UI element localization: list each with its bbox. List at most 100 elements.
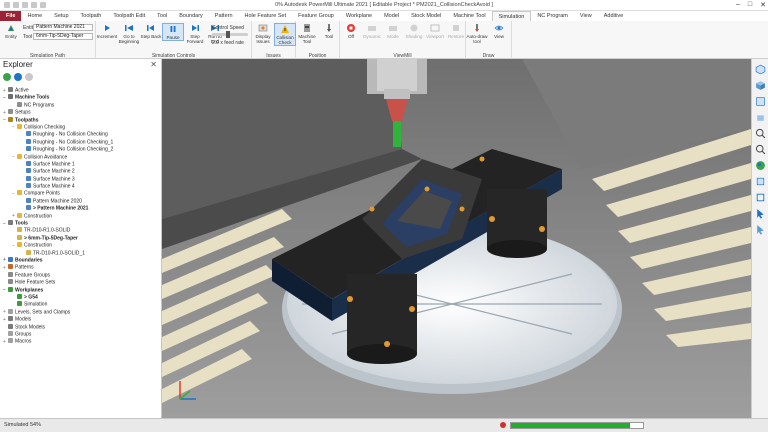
display-issues-button[interactable]: Display Issues xyxy=(252,23,274,44)
tree-item[interactable]: Groups xyxy=(0,330,161,338)
maximize-button[interactable]: □ xyxy=(748,1,752,9)
tree-item[interactable]: Surface Machine 1 xyxy=(0,160,161,168)
machine-tool-position-button[interactable]: Machine Tool xyxy=(296,23,318,44)
tree-item[interactable]: NC Programs xyxy=(0,101,161,109)
tab-view[interactable]: View xyxy=(574,11,598,21)
tree-item[interactable]: Hole Feature Sets xyxy=(0,279,161,286)
tree-item[interactable]: Roughing - No Collision Checking_2 xyxy=(0,146,161,153)
tree-item[interactable]: + Levels, Sets and Clamps xyxy=(0,308,161,316)
minimize-button[interactable]: – xyxy=(736,1,740,9)
tree-item[interactable]: + Patterns xyxy=(0,264,161,271)
tab-setup[interactable]: Setup xyxy=(48,11,74,21)
tab-file[interactable]: File xyxy=(0,11,22,21)
tree-item[interactable]: − Machine Tools xyxy=(0,94,161,101)
go-to-beginning-button[interactable]: Go to Beginning xyxy=(118,23,140,44)
tab-additive[interactable]: Additive xyxy=(598,11,630,21)
tree-item-icon xyxy=(17,101,22,107)
step-back-button[interactable]: Step Back xyxy=(140,23,162,39)
tree-item[interactable]: > 6mm-Tip-5Deg-Taper xyxy=(0,234,161,242)
tree-item[interactable]: + Macros xyxy=(0,338,161,345)
tab-feature-group[interactable]: Feature Group xyxy=(292,11,340,21)
tab-machine-tool[interactable]: Machine Tool xyxy=(447,11,491,21)
tab-home[interactable]: Home xyxy=(21,11,48,21)
stop-icon[interactable] xyxy=(500,422,506,428)
tree-item[interactable]: TR-D10-R1.0-SOLID_1 xyxy=(0,249,161,257)
draw-view-button[interactable]: View xyxy=(488,23,510,39)
viewmill-restore-button[interactable]: Restore xyxy=(445,23,467,39)
viewmill-dynamic-button[interactable]: Dynamic xyxy=(361,23,383,39)
tool-select[interactable]: 6mm-Tip-5Deg-Taper xyxy=(33,33,93,40)
tree-item[interactable]: − Collision Checking xyxy=(0,123,161,131)
view-3d-icon[interactable] xyxy=(755,64,766,75)
zoom-in-icon[interactable] xyxy=(755,128,766,139)
tab-tool[interactable]: Tool xyxy=(151,11,173,21)
explorer-tool-icon[interactable] xyxy=(25,73,33,81)
tree-item[interactable]: − Compare Points xyxy=(0,190,161,197)
tree-item-label: Roughing - No Collision Checking xyxy=(33,131,108,138)
view-front-icon[interactable] xyxy=(755,112,766,123)
view-iso-icon[interactable] xyxy=(755,80,766,91)
tab-pattern[interactable]: Pattern xyxy=(209,11,239,21)
tree-item[interactable]: + Setups xyxy=(0,109,161,116)
tree-item[interactable]: Surface Machine 4 xyxy=(0,183,161,190)
select-cursor-alt-icon[interactable] xyxy=(755,224,766,235)
tree-item[interactable]: − Construction xyxy=(0,242,161,249)
tab-hole-feature-set[interactable]: Hole Feature Set xyxy=(239,11,293,21)
viewmill-off-button[interactable]: Off xyxy=(340,23,362,39)
tree-item[interactable]: > G54 xyxy=(0,293,161,301)
tree-item-label: Groups xyxy=(15,331,32,338)
tree-item[interactable]: Feature Groups xyxy=(0,271,161,279)
viewmill-viewport-button[interactable]: Viewport xyxy=(424,23,446,39)
tab-toolpath[interactable]: Toolpath xyxy=(75,11,108,21)
tree-item[interactable]: − Workplanes xyxy=(0,286,161,294)
tree-item[interactable]: + Boundaries xyxy=(0,256,161,264)
increment-button[interactable]: Increment xyxy=(96,23,118,39)
auto-draw-tool-button[interactable]: Auto-draw tool xyxy=(466,23,488,44)
tree-item[interactable]: Roughing - No Collision Checking_1 xyxy=(0,138,161,146)
viewmill-shading-button[interactable]: Shading xyxy=(403,23,425,39)
explorer-tool-icon[interactable] xyxy=(3,73,11,81)
explorer-close-button[interactable]: ✕ xyxy=(150,60,157,69)
tree-item[interactable]: TR-D10-R1.0-SOLID xyxy=(0,227,161,234)
viewmill-mode-button[interactable]: Mode xyxy=(382,23,404,39)
tree-item[interactable]: + Construction xyxy=(0,212,161,220)
tree-item[interactable]: + Active xyxy=(0,87,161,94)
tab-model[interactable]: Model xyxy=(378,11,405,21)
status-text: Simulated 54% xyxy=(4,422,41,428)
zoom-out-icon[interactable] xyxy=(755,144,766,155)
tab-stock-model[interactable]: Stock Model xyxy=(405,11,447,21)
tool-position-button[interactable]: Tool xyxy=(318,23,340,39)
explorer-tool-icon[interactable] xyxy=(14,73,22,81)
shaded-render-icon[interactable] xyxy=(755,160,766,171)
tree-item-label: Pattern Machine 2020 xyxy=(33,198,82,205)
tree-item[interactable]: Roughing - No Collision Checking xyxy=(0,131,161,138)
tree-item[interactable]: Simulation xyxy=(0,301,161,308)
tree-item[interactable]: + Models xyxy=(0,316,161,323)
tree-item[interactable]: Surface Machine 3 xyxy=(0,175,161,183)
tree-item[interactable]: Surface Machine 2 xyxy=(0,168,161,175)
speed-slider[interactable] xyxy=(212,31,248,38)
3d-viewport[interactable] xyxy=(162,59,751,418)
tab-nc-program[interactable]: NC Program xyxy=(531,11,574,21)
box-outline-icon[interactable] xyxy=(755,192,766,203)
select-cursor-icon[interactable] xyxy=(755,208,766,219)
entity-select[interactable]: Pattern Machine 2021 xyxy=(33,24,93,31)
view-top-icon[interactable] xyxy=(755,96,766,107)
pause-button[interactable]: Pause xyxy=(162,23,184,41)
tab-boundary[interactable]: Boundary xyxy=(173,11,209,21)
tree-item[interactable]: − Toolpaths xyxy=(0,116,161,124)
tab-simulation[interactable]: Simulation xyxy=(491,11,532,21)
explorer-toolbar xyxy=(0,71,161,83)
tab-workplane[interactable]: Workplane xyxy=(340,11,378,21)
tree-item[interactable]: Stock Models xyxy=(0,323,161,331)
tree-item[interactable]: Pattern Machine 2020 xyxy=(0,197,161,205)
close-window-button[interactable]: ✕ xyxy=(760,1,766,9)
tab-toolpath-edit[interactable]: Toolpath Edit xyxy=(107,11,151,21)
step-forward-button[interactable]: Step Forward xyxy=(184,23,206,44)
tree-item[interactable]: > Pattern Machine 2021 xyxy=(0,205,161,212)
entity-button[interactable]: Entity xyxy=(1,23,21,39)
tree-item[interactable]: − Collision Avoidance xyxy=(0,153,161,161)
collision-check-button[interactable]: Collision Check xyxy=(274,23,296,46)
tree-item[interactable]: − Tools xyxy=(0,220,161,227)
box-icon[interactable] xyxy=(755,176,766,187)
